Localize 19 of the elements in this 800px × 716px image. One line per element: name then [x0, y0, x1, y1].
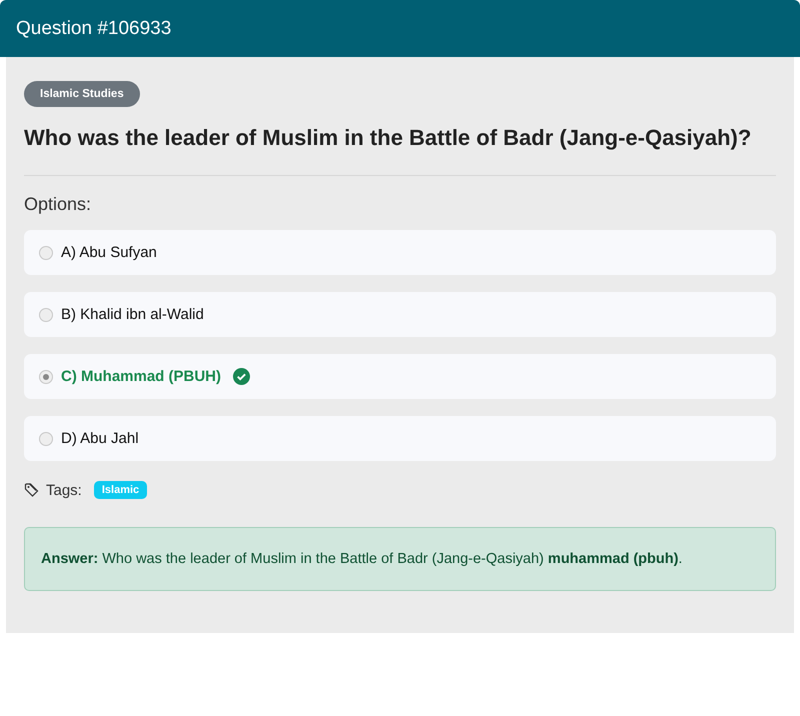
option-row[interactable]: D) Abu Jahl — [24, 416, 776, 461]
options-label: Options: — [24, 194, 92, 215]
option-row[interactable]: A) Abu Sufyan — [24, 230, 776, 275]
option-label: C) Muhammad (PBUH) — [61, 368, 221, 385]
radio-button[interactable] — [39, 308, 53, 322]
question-title: Question #106933 — [16, 18, 172, 40]
option-row[interactable]: B) Khalid ibn al-Walid — [24, 292, 776, 337]
category-badge: Islamic Studies — [24, 81, 140, 107]
answer-text: Answer: Who was the leader of Muslim in the Battle of Badr (Jang-e-Qasiyah) muhammad (pbuh). — [24, 527, 776, 591]
option-row[interactable]: C) Muhammad (PBUH) — [24, 354, 776, 399]
radio-button[interactable] — [39, 246, 53, 260]
option-label: D) Abu Jahl — [61, 430, 139, 447]
tag-icon — [24, 482, 40, 498]
radio-button[interactable] — [39, 432, 53, 446]
tags-label: Tags: — [46, 482, 82, 498]
radio-button[interactable] — [39, 370, 53, 384]
option-label: B) Khalid ibn al-Walid — [61, 306, 204, 323]
option-label: A) Abu Sufyan — [61, 244, 157, 261]
question-text: Who was the leader of Muslim in the Battle of Badr (Jang-e-Qasiyah)? — [24, 124, 752, 152]
